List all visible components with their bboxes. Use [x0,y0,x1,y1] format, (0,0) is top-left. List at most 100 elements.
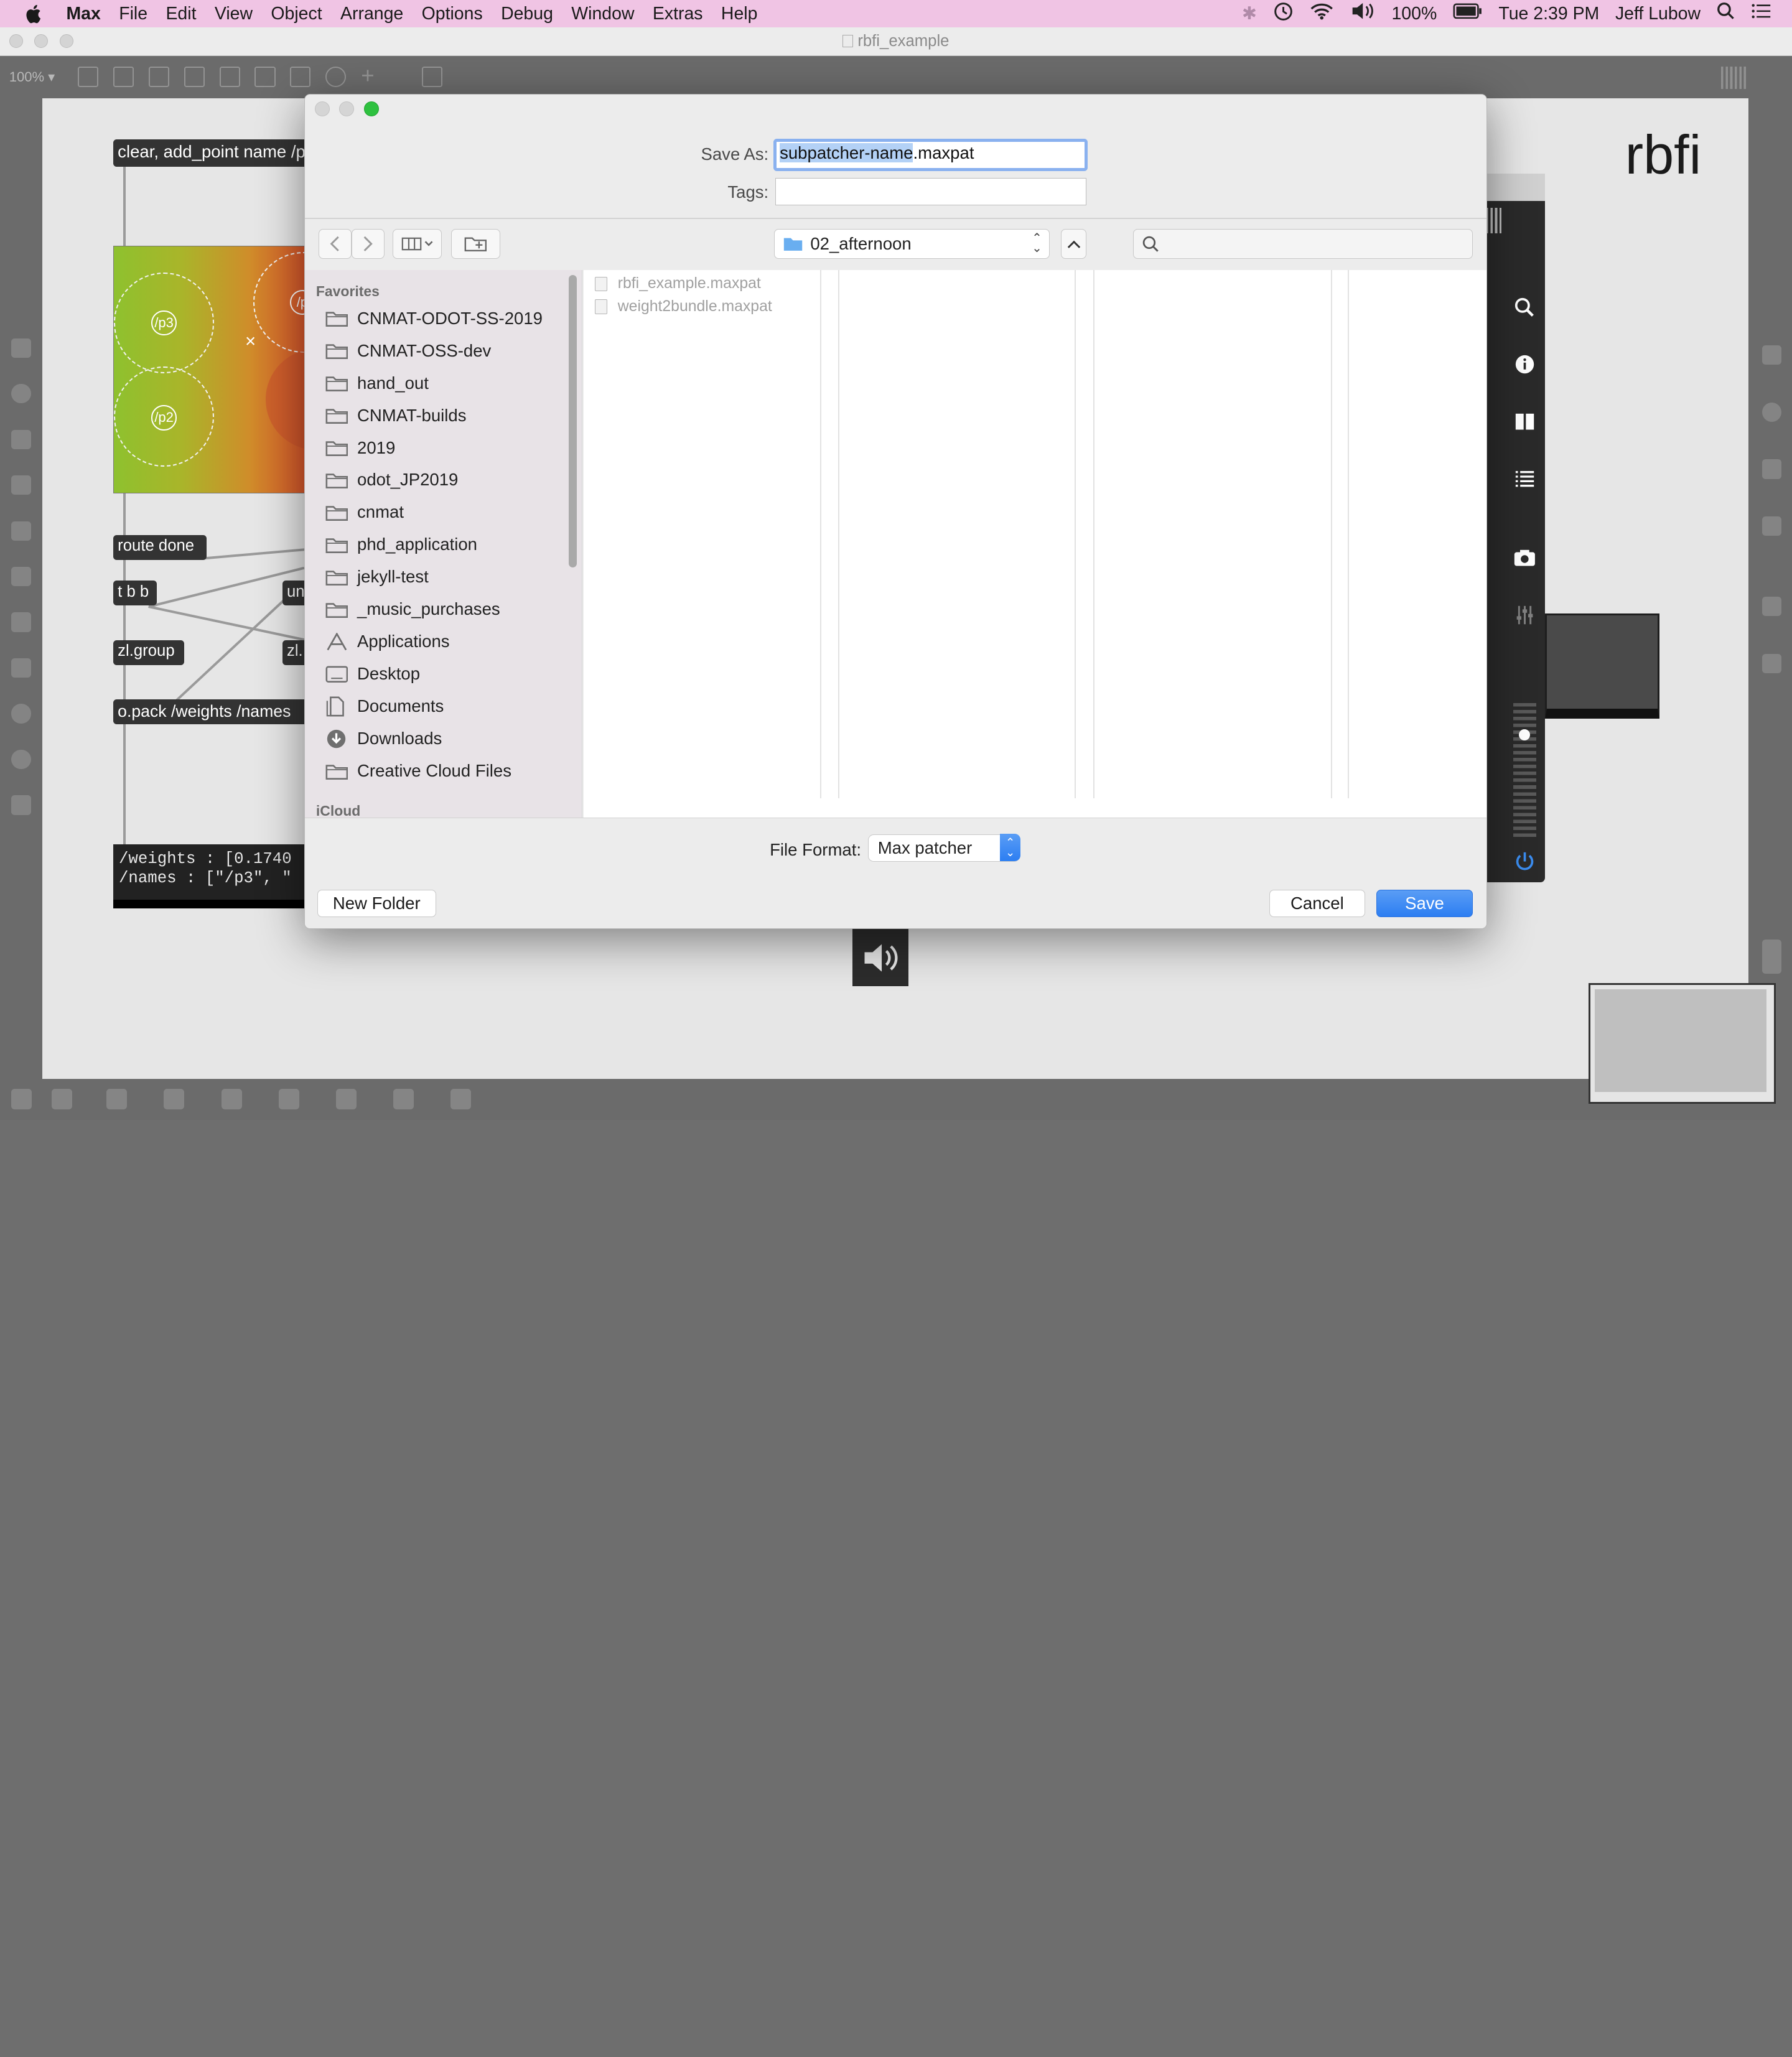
message-box-icon[interactable] [113,67,134,88]
dial-object-icon[interactable] [325,67,347,88]
sidebar-item-phd-application[interactable]: phd_application [325,530,477,560]
menu-file[interactable]: File [119,4,147,24]
object-route-done[interactable]: route done [113,534,207,560]
image-icon[interactable] [11,567,31,587]
object-target-icon[interactable] [11,384,31,404]
list-icon[interactable] [1762,516,1782,536]
sidebar-grid-icon[interactable] [1485,208,1502,233]
sidebar-item-music-purchases[interactable]: _music_purchases [325,595,500,625]
wrench-icon[interactable] [335,1089,357,1110]
meter-icon[interactable] [1762,939,1782,974]
search-icon[interactable] [1762,345,1782,365]
cancel-button[interactable]: Cancel [1269,889,1365,918]
menu-object[interactable]: Object [271,4,322,24]
object-box-icon[interactable] [77,67,98,88]
sidebar-item-downloads[interactable]: Downloads [325,724,442,753]
beap-icon[interactable] [11,749,31,770]
spotlight-icon[interactable] [1717,2,1735,25]
menu-window[interactable]: Window [571,4,634,24]
notification-center-icon[interactable] [1751,3,1771,24]
vimeo-icon[interactable] [11,704,31,724]
file-format-popup[interactable]: Max patcher ⌃ ⌄ [868,834,1021,862]
sidebar-reference-icon[interactable] [1513,410,1536,433]
sidebar-item-cnmat-odot-ss-2019[interactable]: CNMAT-ODOT-SS-2019 [325,304,543,334]
sidebar-item-cnmat[interactable]: cnmat [325,498,404,528]
menu-app-name[interactable]: Max [66,4,100,24]
window-zoom-button[interactable] [59,34,73,49]
inspector-bars-icon[interactable] [393,1089,414,1110]
volume-icon[interactable] [1350,2,1375,25]
keyboard-icon[interactable] [11,429,31,449]
window-close-button[interactable] [9,34,23,49]
paperclip-icon[interactable] [11,612,31,632]
grid-icon[interactable] [222,1089,243,1110]
location-popup[interactable]: 02_afternoon ⌃ ⌄ [774,229,1050,259]
rbfi-space-ui[interactable]: /p3 /p2 /p × [113,245,308,494]
sidebar-item-jekyll-test[interactable]: jekyll-test [325,562,429,592]
menu-options[interactable]: Options [422,4,483,24]
file-item-weight2bundle[interactable]: weight2bundle.maxpat [595,297,772,317]
panel-object[interactable] [1545,613,1659,719]
zoom-level[interactable]: 100% ▾ [9,69,78,85]
save-button[interactable]: Save [1376,889,1473,918]
sidebar-item-applications[interactable]: Applications [325,627,450,657]
menu-edit[interactable]: Edit [166,4,196,24]
star-icon[interactable] [11,795,31,815]
sidebar-item-hand-out[interactable]: hand_out [325,368,429,398]
sidebar-item-cnmat-builds[interactable]: CNMAT-builds [325,401,467,431]
menu-debug[interactable]: Debug [501,4,553,24]
dialog-zoom-button[interactable] [364,101,379,116]
comment-bottom-icon[interactable] [106,1089,127,1110]
package-icon[interactable] [11,338,31,358]
comment-icon[interactable] [148,67,169,88]
dialog-close-button[interactable] [315,101,330,116]
play-object-icon[interactable] [254,67,276,88]
sidebar-item-odot-jp2019[interactable]: odot_JP2019 [325,465,458,495]
object-t-b-b[interactable]: t b b [113,581,157,606]
save-as-field[interactable]: subpatcher-name.maxpat [773,139,1088,171]
back-button[interactable] [318,229,352,259]
sidebar-item-cnmat-oss-dev[interactable]: CNMAT-OSS-dev [325,336,491,366]
new-folder-icon-button[interactable] [450,229,500,259]
sidebar-scrollbar[interactable] [568,274,577,567]
paint-bucket-icon[interactable] [421,67,442,88]
sidebar-power-icon[interactable] [1513,851,1536,874]
reference-icon[interactable] [1762,459,1782,479]
sidebar-camera-icon[interactable] [1513,546,1536,569]
info-icon[interactable] [1762,402,1782,422]
toggle-object-icon[interactable] [219,67,240,88]
o-display[interactable]: /weights : [0.1740 /names : ["/p3", " [113,844,314,909]
file-item-rbfi-example[interactable]: rbfi_example.maxpat [595,274,761,294]
presentation-icon[interactable] [51,1089,72,1110]
window-minimize-button[interactable] [34,34,49,49]
button-object-icon[interactable] [184,67,205,88]
new-object-icon[interactable] [279,1089,300,1110]
menu-extras[interactable]: Extras [653,4,703,24]
ezdac-speaker-icon[interactable] [852,929,909,987]
gain-meter[interactable] [1513,702,1536,838]
menu-help[interactable]: Help [721,4,758,24]
snapshot-icon[interactable] [1762,596,1782,616]
expand-collapse-button[interactable] [1061,229,1086,259]
forward-button[interactable] [351,229,385,259]
bluetooth-icon[interactable]: ✱ [1242,3,1257,24]
search-field[interactable] [1133,229,1473,259]
puzzle-icon[interactable] [11,658,31,678]
media-icon[interactable] [11,521,31,541]
sidebar-list-icon[interactable] [1513,467,1536,490]
sidebar-search-icon[interactable] [1513,296,1536,319]
sidebar-item-desktop[interactable]: Desktop [325,659,420,689]
sidebar-item-creative-cloud-files[interactable]: Creative Cloud Files [325,756,511,786]
dialog-minimize-button[interactable] [338,101,354,116]
music-note-icon[interactable] [11,475,31,495]
time-machine-icon[interactable] [1273,1,1294,27]
sidebar-item-documents[interactable]: Documents [325,691,444,721]
sidebar-mixer-icon[interactable] [1513,604,1536,627]
object-o-pack[interactable]: o.pack /weights /names [113,699,310,725]
apple-icon[interactable] [23,2,46,26]
patcher-minimap[interactable] [1589,982,1776,1104]
sidebar-info-icon[interactable] [1513,353,1536,376]
sidebar-item-2019[interactable]: 2019 [325,433,395,463]
message-clear-add-point[interactable]: clear, add_point name /p [113,139,310,167]
wifi-icon[interactable] [1309,2,1334,25]
